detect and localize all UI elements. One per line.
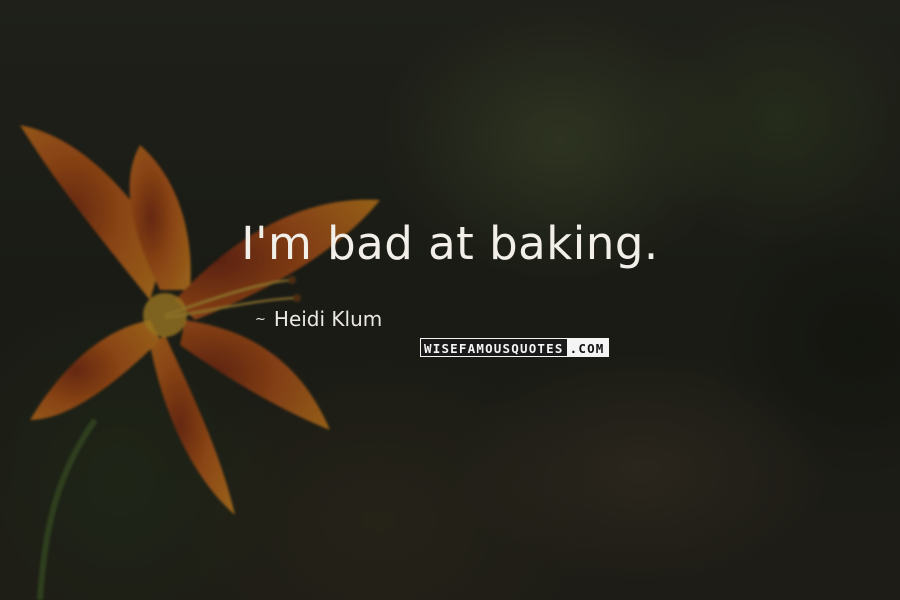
author-name: Heidi Klum (273, 307, 383, 331)
quote-author: ~ Heidi Klum (255, 306, 382, 333)
watermark-logo-part1: WISEFAMOUSQUOTES (420, 338, 567, 357)
quote-text: I'm bad at baking. (241, 217, 659, 270)
lily-flower-image (0, 0, 900, 600)
author-prefix: ~ (255, 312, 266, 327)
quote-card: I'm bad at baking. ~ Heidi Klum WISEFAMOU… (0, 0, 900, 600)
watermark-logo-part2: .COM (566, 338, 609, 357)
watermark-logo: WISEFAMOUSQUOTES .COM (420, 338, 609, 357)
